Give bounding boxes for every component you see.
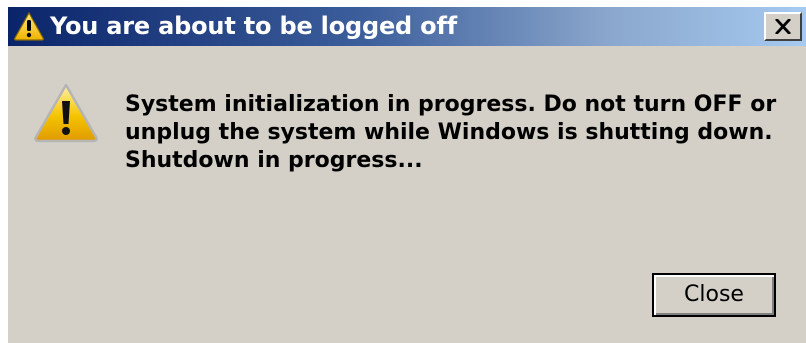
message-line: System initialization in progress. Do no… [125, 92, 777, 117]
warning-icon [13, 11, 45, 41]
message-text: System initialization in progress. Do no… [125, 91, 785, 175]
dialog-title: You are about to be logged off [50, 12, 457, 40]
title-bar[interactable]: You are about to be logged off [8, 7, 806, 46]
logoff-dialog: You are about to be logged off System in… [8, 7, 806, 343]
title-close-button[interactable] [764, 12, 802, 41]
warning-icon [33, 82, 99, 144]
message-line: Shutdown in progress... [125, 148, 423, 173]
message-line: unplug the system while Windows is shutt… [125, 120, 773, 145]
close-button[interactable]: Close [652, 273, 776, 317]
